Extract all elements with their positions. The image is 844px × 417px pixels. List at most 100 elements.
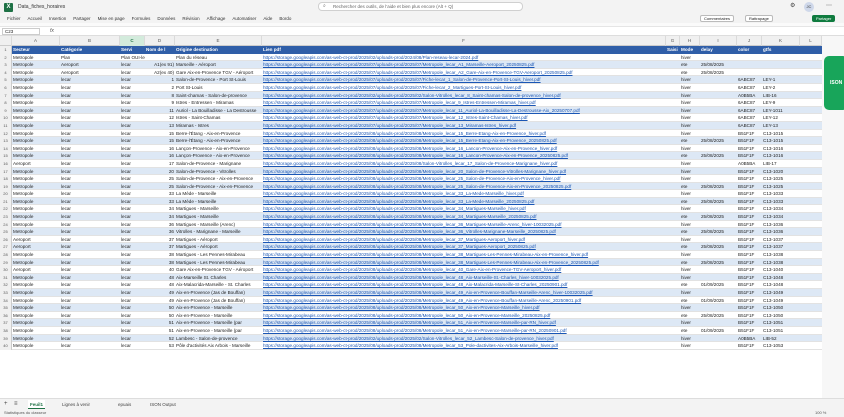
- cell[interactable]: Metropole: [12, 92, 60, 100]
- cell[interactable]: Metropole: [12, 168, 60, 176]
- cell[interactable]: [700, 335, 737, 343]
- sheet-tab[interactable]: epuais: [116, 400, 133, 409]
- cell[interactable]: ete: [680, 281, 700, 289]
- cell[interactable]: hiver: [680, 92, 700, 100]
- cell[interactable]: [666, 327, 680, 335]
- cell[interactable]: [666, 312, 680, 320]
- select-all-corner[interactable]: [0, 36, 12, 46]
- menu-item[interactable]: Automatiser: [232, 16, 256, 21]
- cell[interactable]: A1(ex 91): [145, 61, 175, 69]
- cell[interactable]: 13: [145, 122, 175, 130]
- pdf-link[interactable]: https://storage.googleapis.com/as-web-ct…: [262, 289, 666, 297]
- cell[interactable]: [666, 281, 680, 289]
- sheet-tab[interactable]: Lignes à venir: [60, 400, 92, 409]
- cell[interactable]: [666, 175, 680, 183]
- cell[interactable]: hiver: [680, 175, 700, 183]
- pdf-link[interactable]: https://storage.googleapis.com/as-web-ct…: [262, 312, 666, 320]
- cell[interactable]: Aix-en-Provence - Marseille: [175, 304, 262, 312]
- cell[interactable]: C13-1033: [762, 198, 800, 206]
- cell[interactable]: B51F1F: [737, 289, 762, 297]
- cell[interactable]: C13-1049: [762, 289, 800, 297]
- cell[interactable]: B51F1F: [737, 259, 762, 267]
- cell[interactable]: lecar: [60, 274, 120, 282]
- cell[interactable]: lecar: [120, 205, 145, 213]
- row-number[interactable]: 5: [0, 76, 12, 84]
- pdf-link[interactable]: https://storage.googleapis.com/as-web-ct…: [262, 274, 666, 282]
- cell[interactable]: B51F1F: [737, 190, 762, 198]
- cell[interactable]: B51F1F: [737, 319, 762, 327]
- name-box[interactable]: C23: [2, 28, 40, 35]
- cell[interactable]: LEY-9: [762, 99, 800, 107]
- cell[interactable]: B51F1F: [737, 168, 762, 176]
- cell[interactable]: 6ABC87: [737, 114, 762, 122]
- cell[interactable]: hiver: [680, 274, 700, 282]
- cell[interactable]: Salon-de-Provence - Aix-en-Provence: [175, 175, 262, 183]
- cell[interactable]: lecar: [60, 84, 120, 92]
- cell[interactable]: [700, 54, 737, 62]
- cell[interactable]: 48: [145, 274, 175, 282]
- cell[interactable]: Aeroport: [60, 61, 120, 69]
- cell[interactable]: ete: [680, 69, 700, 77]
- pdf-link[interactable]: https://storage.googleapis.com/as-web-ct…: [262, 160, 666, 168]
- row-number[interactable]: 6: [0, 83, 12, 92]
- menu-item[interactable]: Fichier: [7, 16, 21, 21]
- cell[interactable]: 25/08/2025: [700, 243, 737, 251]
- cell[interactable]: lecar: [120, 289, 145, 297]
- cell[interactable]: 2: [145, 84, 175, 92]
- fx-icon[interactable]: fx: [50, 28, 54, 34]
- cell[interactable]: [666, 205, 680, 213]
- cell[interactable]: [666, 243, 680, 251]
- pdf-link[interactable]: https://storage.googleapis.com/as-web-ct…: [262, 228, 666, 236]
- cell[interactable]: Aix-en-Provence (Jas de Bouffan): [175, 297, 262, 305]
- cell[interactable]: Istres - Saint-Chamas: [175, 114, 262, 122]
- cell[interactable]: lecar: [60, 190, 120, 198]
- cell[interactable]: Metropole: [12, 205, 60, 213]
- column-header[interactable]: D: [145, 36, 175, 46]
- cell[interactable]: [666, 198, 680, 206]
- cell[interactable]: Metropole: [12, 297, 60, 305]
- cell[interactable]: B51F1F: [737, 145, 762, 153]
- cell[interactable]: Metropole: [12, 259, 60, 267]
- cell[interactable]: lecar: [60, 297, 120, 305]
- cell[interactable]: lecar: [60, 213, 120, 221]
- cell[interactable]: 15: [145, 137, 175, 145]
- pdf-link[interactable]: https://storage.googleapis.com/as-web-ct…: [262, 190, 666, 198]
- cell[interactable]: Plan OUI-lecar: [120, 54, 145, 62]
- cell[interactable]: [666, 259, 680, 267]
- cell[interactable]: [666, 342, 680, 350]
- cell[interactable]: C13-1053: [762, 342, 800, 350]
- cell[interactable]: Martigues - Aéroport: [175, 243, 262, 251]
- cell[interactable]: Gare Aix-en-Provence TGV - Aéroport: [175, 266, 262, 274]
- header-cell[interactable]: Lien pdf: [262, 46, 666, 54]
- cell[interactable]: [666, 221, 680, 229]
- cell[interactable]: lecar: [120, 84, 145, 92]
- cell[interactable]: lecar: [120, 130, 145, 138]
- pdf-link[interactable]: https://storage.googleapis.com/as-web-ct…: [262, 251, 666, 259]
- cell[interactable]: [666, 61, 680, 69]
- cell[interactable]: 25: [145, 183, 175, 191]
- cell[interactable]: 16: [145, 152, 175, 160]
- pdf-link[interactable]: https://storage.googleapis.com/as-web-ct…: [262, 342, 666, 350]
- cell[interactable]: 16: [145, 145, 175, 153]
- cell[interactable]: hiver: [680, 221, 700, 229]
- cell[interactable]: 33: [145, 190, 175, 198]
- cell[interactable]: C13-1036: [762, 228, 800, 236]
- row-number[interactable]: 7: [0, 91, 12, 100]
- row-number[interactable]: 20: [0, 190, 12, 198]
- row-number[interactable]: 40: [0, 342, 12, 350]
- cell[interactable]: lecar: [60, 251, 120, 259]
- pdf-link[interactable]: https://storage.googleapis.com/as-web-ct…: [262, 145, 666, 153]
- pdf-link[interactable]: https://storage.googleapis.com/as-web-ct…: [262, 99, 666, 107]
- cell[interactable]: C13-1025: [762, 175, 800, 183]
- cell[interactable]: [700, 107, 737, 115]
- cell[interactable]: LIB-52: [762, 335, 800, 343]
- cell[interactable]: lecar: [120, 175, 145, 183]
- cell[interactable]: A0B5BA: [737, 92, 762, 100]
- status-left[interactable]: Statistiques du classeur: [4, 410, 46, 415]
- row-number[interactable]: 14: [0, 144, 12, 153]
- cell[interactable]: Metropole: [12, 145, 60, 153]
- header-cell[interactable]: Secteur: [12, 46, 60, 54]
- cell[interactable]: B51F1F: [737, 297, 762, 305]
- cell[interactable]: lecar: [120, 281, 145, 289]
- cell[interactable]: Lançon-Provence - Aix-en-Provence: [175, 152, 262, 160]
